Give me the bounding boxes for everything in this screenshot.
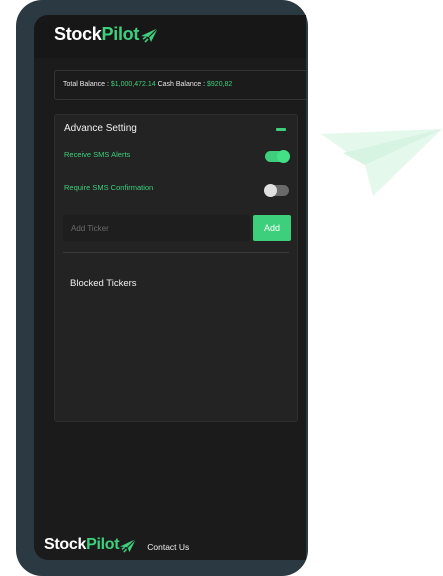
sms-alerts-label: Receive SMS Alerts bbox=[64, 150, 131, 159]
advance-setting-panel: Advance Setting Receive SMS Alerts Requi… bbox=[54, 114, 298, 422]
footer-brand-logo[interactable]: Stock Pilot bbox=[44, 536, 137, 554]
brand-pilot-text: Pilot bbox=[101, 24, 140, 44]
brand-pilot-text: Pilot bbox=[86, 536, 120, 553]
brand-stock-text: Stock bbox=[44, 536, 87, 553]
paper-plane-icon bbox=[120, 538, 137, 553]
collapse-minus-icon[interactable] bbox=[276, 128, 286, 131]
total-balance-label: Total Balance : bbox=[63, 81, 111, 88]
sms-confirmation-toggle[interactable] bbox=[264, 184, 289, 197]
add-ticker-row: Add bbox=[63, 215, 291, 241]
app-footer: Stock Pilot Contact Us bbox=[44, 536, 189, 554]
cash-balance-value: $920,82 bbox=[207, 81, 233, 88]
contact-us-link[interactable]: Contact Us bbox=[147, 542, 189, 552]
phone-frame: Stock Pilot Total Balance : $1,000,472.14… bbox=[16, 0, 308, 576]
brand-stock-text: Stock bbox=[54, 24, 102, 44]
cash-balance-label: Cash Balance : bbox=[155, 81, 208, 88]
total-balance-value: $1,000,472.14 bbox=[110, 81, 156, 88]
app-header: Stock Pilot bbox=[34, 15, 306, 58]
brand-logo[interactable]: Stock Pilot bbox=[54, 24, 159, 45]
sms-alerts-toggle[interactable] bbox=[265, 150, 290, 163]
balance-bar: Total Balance : $1,000,472.14 Cash Balan… bbox=[54, 70, 306, 100]
blocked-tickers-title: Blocked Tickers bbox=[70, 278, 137, 289]
add-ticker-button[interactable]: Add bbox=[253, 215, 291, 241]
sms-confirmation-label: Require SMS Confirmation bbox=[64, 183, 154, 192]
app-screen: Stock Pilot Total Balance : $1,000,472.14… bbox=[34, 15, 306, 560]
paper-plane-icon bbox=[141, 27, 159, 43]
toggle-knob bbox=[277, 150, 290, 163]
paper-plane-icon bbox=[321, 129, 442, 196]
divider bbox=[63, 252, 289, 253]
advance-setting-title: Advance Setting bbox=[64, 123, 137, 134]
add-ticker-input[interactable] bbox=[63, 215, 250, 241]
toggle-knob bbox=[264, 184, 277, 197]
